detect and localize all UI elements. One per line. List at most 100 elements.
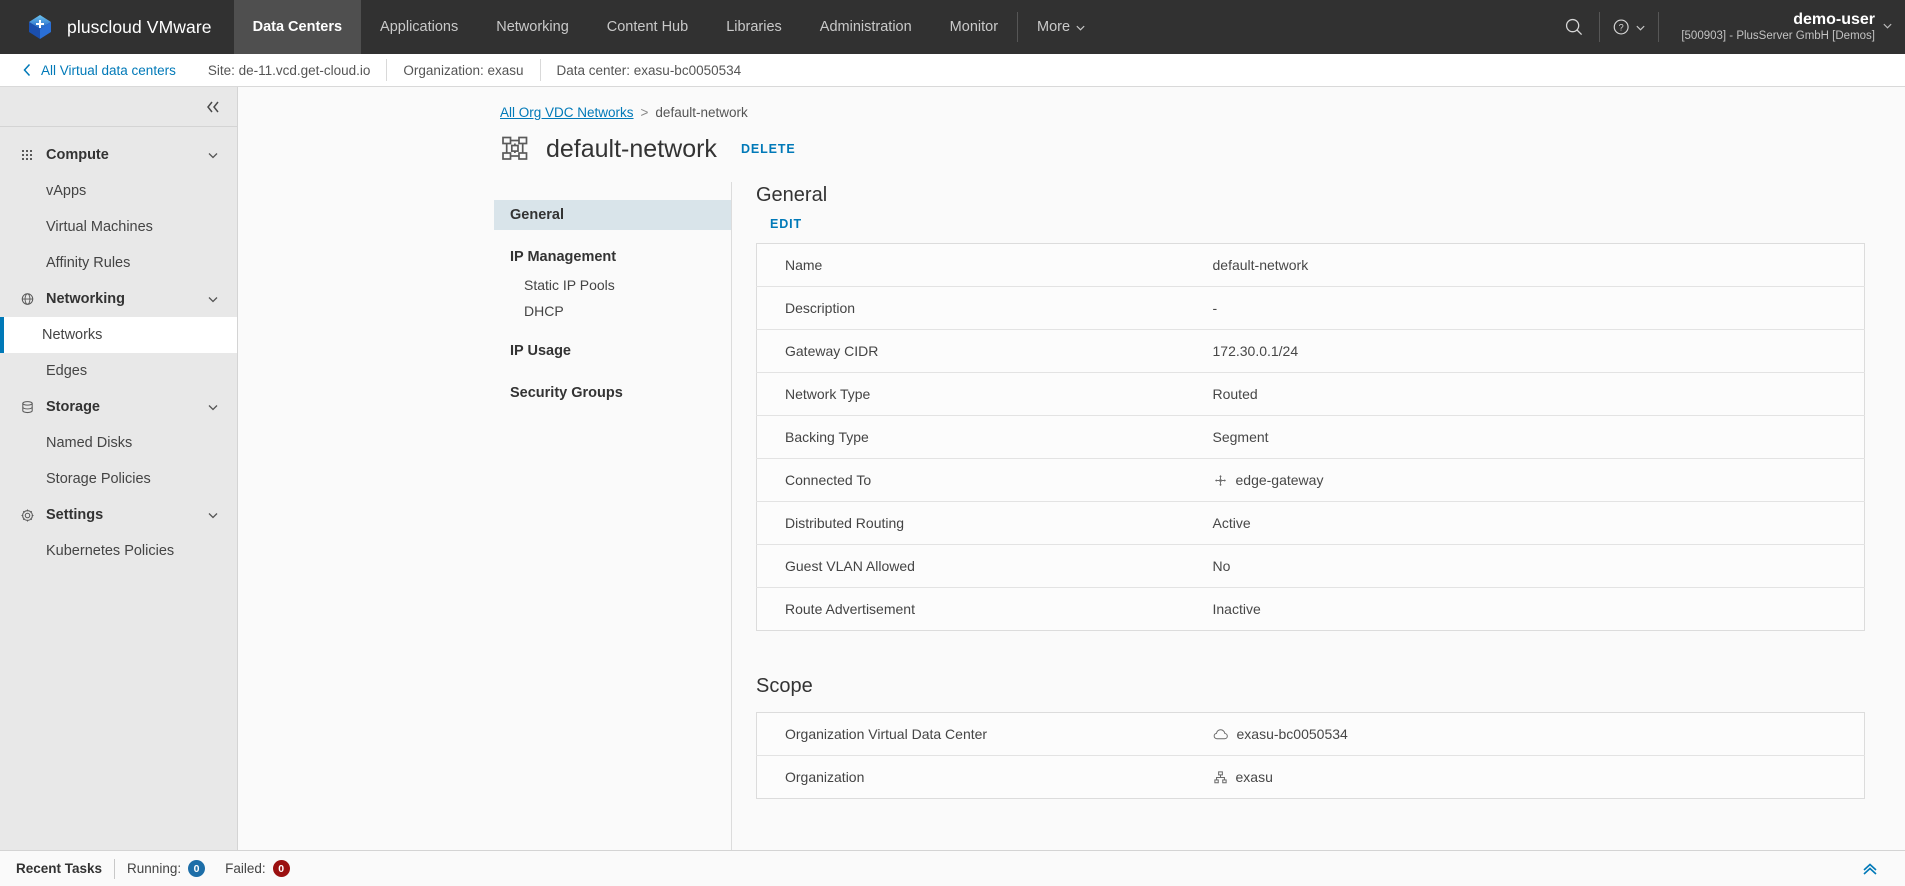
nav-item-libraries[interactable]: Libraries (707, 0, 801, 54)
divider (114, 858, 116, 879)
globe-icon (20, 292, 35, 307)
context-organization: Organization: exasu (403, 62, 524, 78)
nav-item-content-hub[interactable]: Content Hub (588, 0, 707, 54)
sidebar-item-affinity-rules[interactable]: Affinity Rules (0, 245, 237, 281)
row-value: No (1196, 544, 1865, 588)
chevron-down-icon (207, 293, 219, 305)
user-org: [500903] - PlusServer GmbH [Demos] (1681, 29, 1875, 42)
page-title: default-network (546, 134, 717, 163)
sidebar-item-edges[interactable]: Edges (0, 353, 237, 389)
scope-section-title: Scope (756, 675, 813, 697)
row-key: Network Type (756, 372, 1197, 416)
main-area: Compute vApps Virtual Machines Affinity … (0, 87, 1905, 850)
detail-nav: General IP Management Static IP Pools DH… (494, 182, 732, 850)
general-actions: EDIT (746, 207, 1865, 243)
breadcrumb-current: default-network (655, 105, 748, 120)
search-icon[interactable] (1549, 0, 1599, 54)
table-row: Guest VLAN Allowed No (756, 544, 1865, 588)
edit-button[interactable]: EDIT (762, 212, 810, 236)
nav-item-monitor[interactable]: Monitor (931, 0, 1017, 54)
content-area: All Org VDC Networks > default-network d… (238, 87, 1905, 850)
database-icon (20, 400, 35, 415)
sidebar-item-named-disks[interactable]: Named Disks (0, 425, 237, 461)
grid-dots-icon (20, 148, 35, 163)
sidebar-item-networks[interactable]: Networks (0, 317, 237, 353)
top-navigation-bar: pluscloud VMware Data Centers Applicatio… (0, 0, 1905, 54)
table-row: Network Type Routed (756, 372, 1865, 416)
user-menu[interactable]: demo-user [500903] - PlusServer GmbH [De… (1659, 0, 1905, 54)
sidebar-group-settings[interactable]: Settings (0, 497, 237, 533)
row-key: Guest VLAN Allowed (756, 544, 1197, 588)
row-value: Active (1196, 501, 1865, 545)
failed-tasks: Failed: 0 (225, 860, 290, 877)
detail-body: General EDIT Name default-network Descri… (732, 182, 1905, 850)
chevron-down-icon (207, 401, 219, 413)
expand-recent-tasks-button[interactable] (1861, 861, 1905, 877)
nav-item-networking[interactable]: Networking (477, 0, 588, 54)
context-breadcrumb-bar: All Virtual data centers Site: de-11.vcd… (0, 54, 1905, 87)
sidebar-item-kubernetes-policies[interactable]: Kubernetes Policies (0, 533, 237, 569)
detail-nav-general[interactable]: General (494, 200, 731, 230)
user-name: demo-user (1793, 10, 1875, 28)
recent-tasks-title[interactable]: Recent Tasks (16, 861, 114, 876)
context-site: Site: de-11.vcd.get-cloud.io (207, 62, 371, 78)
nav-item-administration[interactable]: Administration (801, 0, 931, 54)
row-value-cell: exasu-bc0050534 (1196, 712, 1865, 756)
left-sidebar: Compute vApps Virtual Machines Affinity … (0, 87, 238, 850)
sidebar-group-label: Storage (46, 399, 100, 415)
svg-text:?: ? (1619, 22, 1624, 32)
row-key: Description (756, 286, 1197, 330)
table-row: Route Advertisement Inactive (757, 588, 1865, 631)
running-tasks: Running: 0 (127, 860, 206, 877)
detail-nav-ip-management[interactable]: IP Management (494, 242, 731, 272)
main-nav: Data Centers Applications Networking Con… (233, 0, 1105, 54)
cloud-icon (1213, 727, 1229, 742)
chevron-down-icon (1882, 20, 1893, 31)
row-value: 172.30.0.1/24 (1196, 329, 1865, 373)
brand[interactable]: pluscloud VMware (0, 0, 234, 54)
row-key: Organization (785, 769, 865, 785)
back-to-all-vdcs[interactable]: All Virtual data centers (0, 63, 192, 78)
detail-nav-dhcp[interactable]: DHCP (494, 298, 731, 324)
breadcrumb: All Org VDC Networks > default-network (238, 87, 1905, 120)
gear-icon (20, 508, 35, 523)
sidebar-group-storage[interactable]: Storage (0, 389, 237, 425)
nav-item-applications[interactable]: Applications (361, 0, 477, 54)
sidebar-collapse-button[interactable] (0, 87, 237, 127)
row-value: exasu (1235, 769, 1273, 785)
delete-button[interactable]: DELETE (733, 137, 804, 161)
row-key: Route Advertisement (785, 601, 915, 617)
row-value: default-network (1196, 243, 1865, 287)
recent-tasks-bar: Recent Tasks Running: 0 Failed: 0 (0, 850, 1905, 886)
row-value: Routed (1196, 372, 1865, 416)
failed-count-badge: 0 (272, 860, 290, 877)
sidebar-item-virtual-machines[interactable]: Virtual Machines (0, 209, 237, 245)
breadcrumb-link-all-networks[interactable]: All Org VDC Networks (500, 105, 634, 120)
detail-nav-ip-usage[interactable]: IP Usage (494, 336, 731, 366)
table-row: Organization exasu (757, 756, 1865, 799)
table-row: Distributed Routing Active (756, 501, 1865, 545)
nav-item-data-centers[interactable]: Data Centers (233, 0, 362, 54)
top-right-actions: ? demo-user [500903] - PlusServer GmbH [… (1549, 0, 1905, 54)
org-tree-icon (1213, 770, 1228, 785)
table-row: Name default-network (756, 243, 1865, 287)
row-key: Name (756, 243, 1197, 287)
table-row: Connected To edge-gateway (756, 458, 1865, 502)
help-circle-icon[interactable]: ? (1600, 0, 1658, 54)
sidebar-group-label: Settings (46, 507, 104, 523)
detail-panel: General IP Management Static IP Pools DH… (238, 182, 1905, 850)
sidebar-group-networking[interactable]: Networking (0, 281, 237, 317)
detail-nav-security-groups[interactable]: Security Groups (494, 378, 731, 408)
sidebar-group-label: Networking (46, 291, 125, 307)
nav-item-more[interactable]: More (1018, 0, 1105, 54)
row-key: Organization Virtual Data Center (756, 712, 1197, 756)
chevron-left-icon (22, 63, 32, 77)
sidebar-item-vapps[interactable]: vApps (0, 173, 237, 209)
sidebar-item-storage-policies[interactable]: Storage Policies (0, 461, 237, 497)
general-table: Name default-network Description - Gatew… (756, 243, 1865, 631)
nav-item-more-label: More (1037, 19, 1071, 35)
detail-nav-static-ip-pools[interactable]: Static IP Pools (494, 272, 731, 298)
sidebar-group-compute[interactable]: Compute (0, 137, 237, 173)
network-grid-icon (500, 134, 530, 164)
